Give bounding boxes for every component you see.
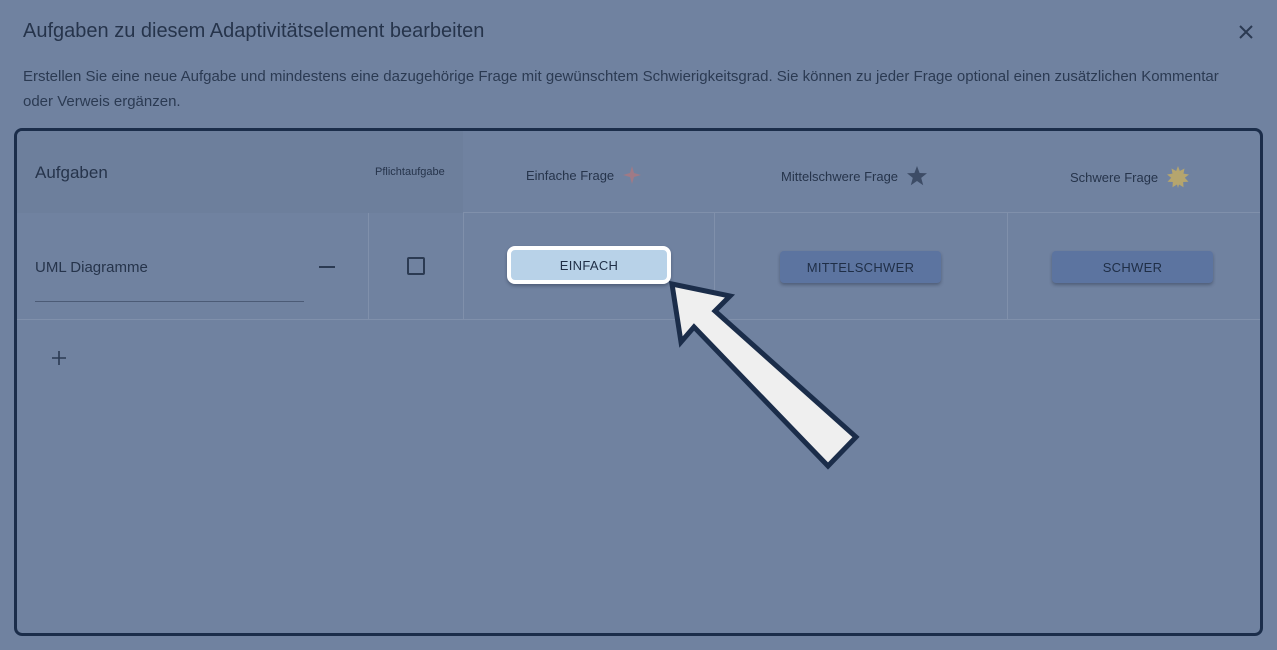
- hard-question-button[interactable]: SCHWER: [1052, 251, 1213, 283]
- table-row: UML Diagramme EINFACH MITTELSCHWER SCHWE…: [17, 213, 1260, 320]
- pointer-arrow-icon: [668, 280, 860, 470]
- easy-question-button[interactable]: EINFACH: [507, 246, 671, 284]
- mandatory-checkbox[interactable]: [407, 257, 425, 275]
- header-hard: Schwere Frage: [1070, 165, 1190, 189]
- header-medium-label: Mittelschwere Frage: [781, 168, 899, 184]
- medium-question-button[interactable]: MITTELSCHWER: [780, 251, 941, 283]
- plus-icon[interactable]: [50, 349, 68, 367]
- header-mandatory: Pflichtaufgabe: [375, 166, 445, 178]
- task-table: Aufgaben Pflichtaufgabe Einfache Frage M…: [14, 128, 1263, 636]
- header-medium: Mittelschwere Frage: [781, 165, 928, 187]
- four-point-star-icon: [623, 166, 642, 184]
- header-easy: Einfache Frage: [526, 165, 642, 185]
- sun-star-icon: [1167, 166, 1190, 188]
- table-header: Aufgaben Pflichtaufgabe Einfache Frage M…: [17, 131, 1260, 213]
- close-icon[interactable]: [1234, 20, 1258, 44]
- header-tasks: Aufgaben: [35, 163, 108, 182]
- header-easy-label: Einfache Frage: [526, 167, 615, 183]
- star-icon: [907, 166, 928, 186]
- dialog-description: Erstellen Sie eine neue Aufgabe und mind…: [23, 68, 1219, 110]
- dialog-title: Aufgaben zu diesem Adaptivitätselement b…: [23, 20, 485, 42]
- task-name-field[interactable]: UML Diagramme: [35, 259, 148, 276]
- task-name-underline: [35, 301, 304, 302]
- minus-icon[interactable]: [319, 266, 335, 268]
- header-hard-label: Schwere Frage: [1070, 169, 1159, 185]
